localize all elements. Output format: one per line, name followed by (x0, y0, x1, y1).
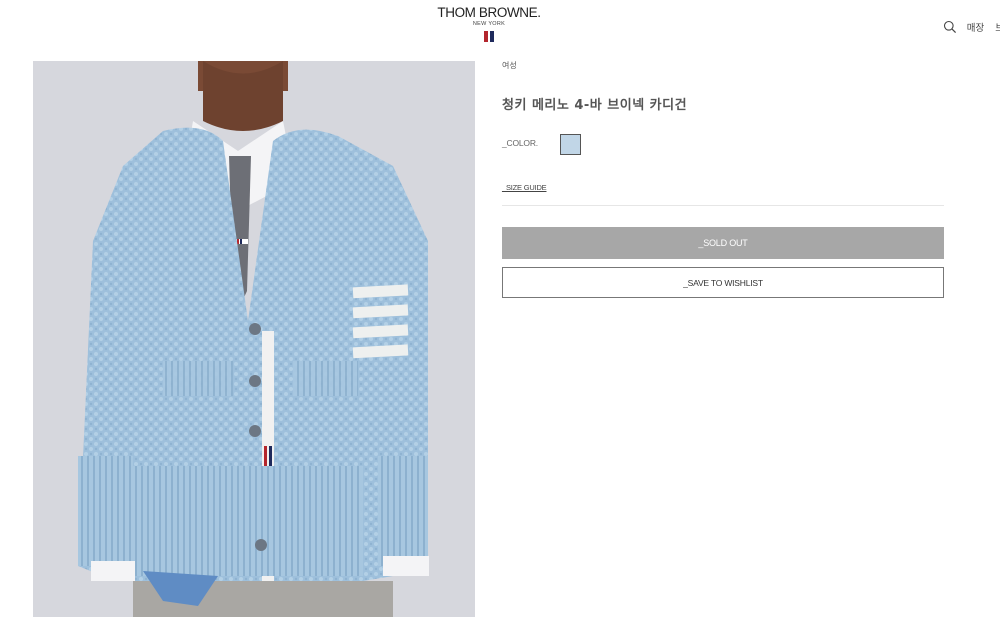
header-utility-nav: 매장 브 (943, 17, 1000, 37)
product-image[interactable] (33, 61, 475, 617)
brand-logo[interactable]: THOM BROWNE. NEW YORK (419, 6, 559, 42)
logo-city: NEW YORK (472, 21, 506, 27)
color-label: _COLOR. (502, 138, 538, 148)
flag-red-bar (483, 31, 488, 42)
logo-brand-name: THOM BROWNE. (437, 5, 541, 20)
site-header: THOM BROWNE. NEW YORK 매장 브 (0, 0, 1000, 50)
color-swatch-light-blue[interactable] (560, 134, 581, 155)
sold-out-button[interactable]: _SOLD OUT (502, 227, 944, 259)
section-divider (502, 205, 944, 206)
product-title: 청키 메리노 4-바 브이넥 카디건 (502, 98, 688, 113)
search-icon[interactable] (943, 20, 957, 34)
nav-link-stores[interactable]: 매장 (967, 20, 984, 34)
logo-flag-icon (483, 31, 495, 42)
product-category: 여성 (502, 61, 517, 70)
flag-navy-bar (489, 31, 494, 42)
product-photo-illustration (78, 61, 429, 617)
save-to-wishlist-button[interactable]: _SAVE TO WISHLIST (502, 267, 944, 298)
nav-link-truncated[interactable]: 브 (995, 20, 1000, 34)
size-guide-link[interactable]: _SIZE GUIDE (502, 183, 547, 192)
